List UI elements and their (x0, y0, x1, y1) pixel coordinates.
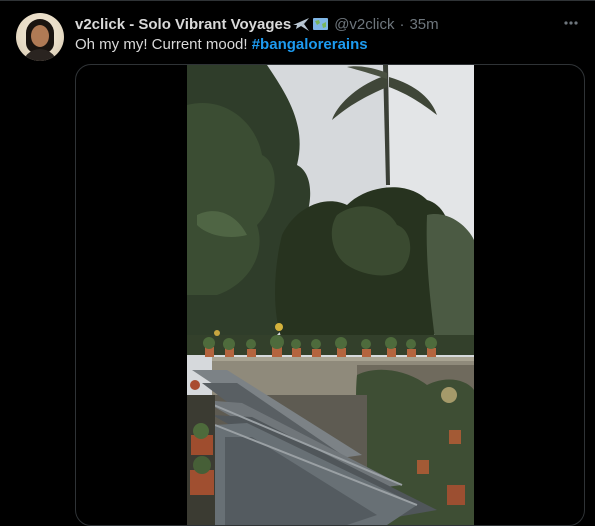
airplane-emoji-icon (292, 16, 311, 33)
video-frame[interactable] (187, 65, 474, 525)
world-map-emoji-icon (312, 16, 329, 32)
tweet-media[interactable] (75, 64, 585, 526)
display-name[interactable]: v2click - Solo Vibrant Voyages (75, 16, 291, 33)
separator-dot: · (399, 15, 405, 33)
tweet[interactable]: v2click - Solo Vibrant Voyages @v2click … (0, 0, 595, 526)
user-handle[interactable]: @v2click (334, 16, 394, 33)
avatar-shoulders (22, 49, 58, 61)
tweet-text-body: Oh my my! Current mood! (75, 36, 252, 53)
avatar[interactable] (16, 13, 64, 61)
more-horizontal-icon[interactable] (561, 13, 581, 33)
avatar-face (31, 25, 49, 47)
hashtag-link[interactable]: #bangalorerains (252, 36, 368, 53)
tweet-header: v2click - Solo Vibrant Voyages @v2click … (75, 14, 581, 34)
tweet-text: Oh my my! Current mood! #bangalorerains (75, 36, 368, 53)
timestamp[interactable]: 35m (409, 16, 438, 33)
